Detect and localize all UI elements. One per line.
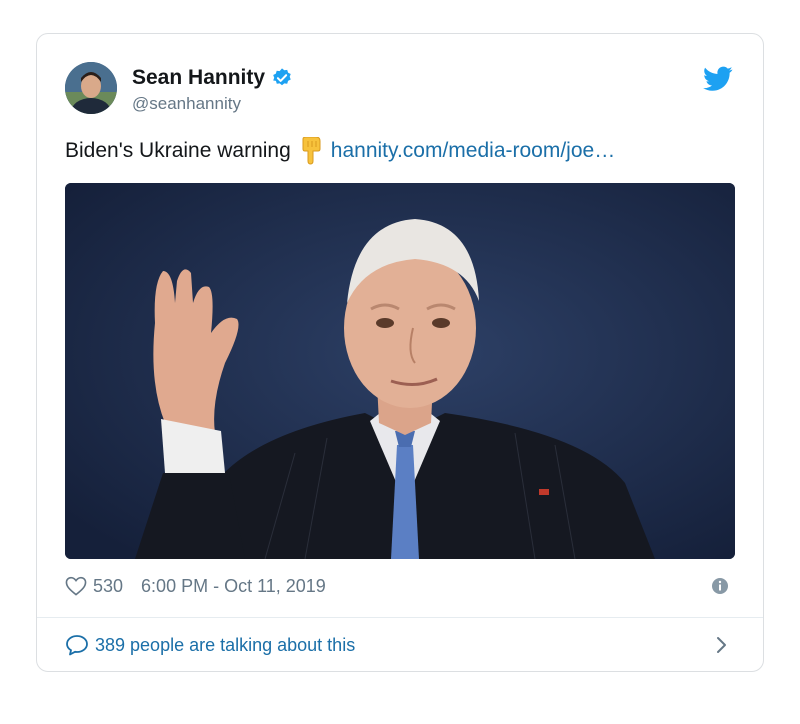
verified-badge-icon [271,67,293,89]
chevron-right-icon[interactable] [715,634,729,656]
tweet-timestamp[interactable]: 6:00 PM - Oct 11, 2019 [141,576,326,597]
tweet-card: Sean Hannity @seanhannity Biden's Ukrain… [36,33,764,672]
speech-bubble-icon [65,634,89,656]
tweet-media-image[interactable] [65,183,735,559]
info-icon[interactable] [711,577,729,595]
author-name[interactable]: Sean Hannity [132,66,265,90]
footer-divider [37,617,763,618]
tweet-footer: 530 6:00 PM - Oct 11, 2019 [65,571,735,601]
author-avatar[interactable] [65,62,117,114]
tweet-body: Biden's Ukraine warning [65,139,291,162]
talking-count-label[interactable]: 389 people are talking about this [95,635,355,656]
author-block: Sean Hannity @seanhannity [132,66,293,114]
like-count[interactable]: 530 [93,576,123,597]
author-handle[interactable]: @seanhannity [132,94,293,114]
backhand-index-pointing-down-emoji [299,136,323,165]
conversation-link[interactable]: 389 people are talking about this [65,630,735,660]
tweet-text: Biden's Ukraine warning hannity.com/medi… [65,136,615,165]
heart-icon[interactable] [65,576,87,596]
tweet-link[interactable]: hannity.com/media-room/joe… [331,139,615,163]
tweet-header: Sean Hannity @seanhannity [65,60,735,122]
twitter-bird-icon[interactable] [703,66,733,92]
